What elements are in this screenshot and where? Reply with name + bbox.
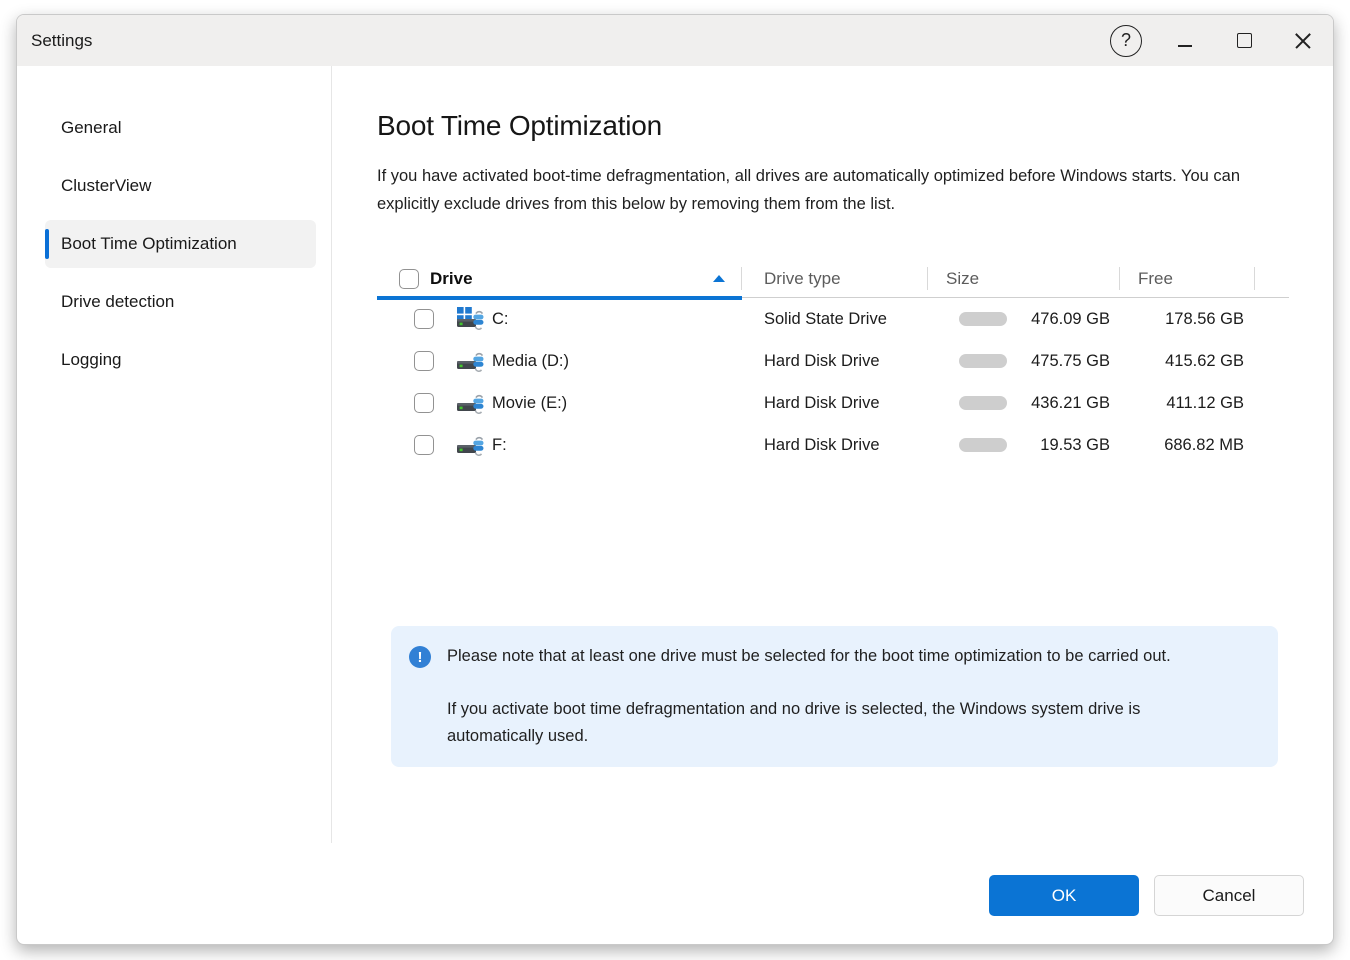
minimize-button[interactable] <box>1167 21 1203 61</box>
window-title: Settings <box>31 31 92 51</box>
close-icon <box>1294 32 1312 50</box>
usage-bar <box>959 312 1007 326</box>
sidebar-item-drive-detection[interactable]: Drive detection <box>45 278 316 326</box>
size-value: 476.09 GB <box>1031 310 1110 329</box>
usage-bar <box>959 354 1007 368</box>
dialog-footer: OK Cancel <box>989 875 1304 916</box>
size-value: 475.75 GB <box>1031 352 1110 371</box>
info-icon: ! <box>409 646 431 668</box>
info-text: Please note that at least one drive must… <box>447 643 1238 750</box>
page-description: If you have activated boot-time defragme… <box>377 162 1289 218</box>
drive-row: Movie (E:) Hard Disk Drive 436.21 GB 411… <box>377 382 1289 424</box>
page-title: Boot Time Optimization <box>377 110 1289 142</box>
drives-table: Drive Drive type Size Free <box>377 260 1289 466</box>
row-checkbox[interactable] <box>414 393 434 413</box>
column-header-drive[interactable]: Drive <box>377 260 742 297</box>
info-box: ! Please note that at least one drive mu… <box>391 626 1278 767</box>
column-header-drive-type[interactable]: Drive type <box>742 260 928 297</box>
maximize-button[interactable] <box>1226 21 1262 61</box>
info-paragraph-1: Please note that at least one drive must… <box>447 643 1238 670</box>
row-checkbox[interactable] <box>414 435 434 455</box>
column-header-free[interactable]: Free <box>1120 260 1255 297</box>
sidebar-item-label: Drive detection <box>61 292 174 312</box>
sidebar-item-label: General <box>61 118 121 138</box>
usage-bar <box>959 438 1007 452</box>
drive-row: F: Hard Disk Drive 19.53 GB 686.82 MB <box>377 424 1289 466</box>
select-all-checkbox[interactable] <box>399 269 419 289</box>
sidebar-item-label: Boot Time Optimization <box>61 234 237 254</box>
minimize-icon <box>1178 45 1192 47</box>
row-checkbox[interactable] <box>414 351 434 371</box>
ssd-drive-icon <box>456 306 484 332</box>
info-paragraph-2: If you activate boot time defragmentatio… <box>447 696 1238 750</box>
drive-name: Media (D:) <box>492 352 569 371</box>
cancel-button[interactable]: Cancel <box>1154 875 1304 916</box>
table-header: Drive Drive type Size Free <box>377 260 1289 298</box>
titlebar: Settings ? <box>17 15 1333 66</box>
sidebar-item-boot-time-optimization[interactable]: Boot Time Optimization <box>45 220 316 268</box>
sort-ascending-icon <box>713 275 725 282</box>
help-icon: ? <box>1110 25 1142 57</box>
free-value: 178.56 GB <box>1120 310 1255 329</box>
size-value: 19.53 GB <box>1040 436 1110 455</box>
row-checkbox[interactable] <box>414 309 434 329</box>
content-pane: Boot Time Optimization If you have activ… <box>332 66 1334 945</box>
help-button[interactable]: ? <box>1108 21 1144 61</box>
column-header-spacer <box>1255 260 1289 297</box>
drive-name: C: <box>492 310 509 329</box>
sidebar-item-logging[interactable]: Logging <box>45 336 316 384</box>
drive-name: F: <box>492 436 507 455</box>
free-value: 686.82 MB <box>1120 436 1255 455</box>
sidebar-nav: General ClusterView Boot Time Optimizati… <box>17 66 332 945</box>
settings-window: Settings ? General ClusterView Boot Time… <box>16 14 1334 945</box>
hdd-drive-icon <box>456 348 484 374</box>
sidebar-item-clusterview[interactable]: ClusterView <box>45 162 316 210</box>
drive-row: C: Solid State Drive 476.09 GB 178.56 GB <box>377 298 1289 340</box>
drive-row: Media (D:) Hard Disk Drive 475.75 GB 415… <box>377 340 1289 382</box>
close-button[interactable] <box>1285 21 1321 61</box>
selected-accent-bar <box>45 229 49 259</box>
drive-name: Movie (E:) <box>492 394 567 413</box>
hdd-drive-icon <box>456 432 484 458</box>
free-value: 415.62 GB <box>1120 352 1255 371</box>
window-controls: ? <box>1085 21 1321 61</box>
ok-button[interactable]: OK <box>989 875 1139 916</box>
sidebar-item-label: ClusterView <box>61 176 151 196</box>
column-header-size[interactable]: Size <box>928 260 1120 297</box>
drive-type: Hard Disk Drive <box>742 352 928 371</box>
free-value: 411.12 GB <box>1120 394 1255 413</box>
hdd-drive-icon <box>456 390 484 416</box>
drive-type: Solid State Drive <box>742 310 928 329</box>
sidebar-item-general[interactable]: General <box>45 104 316 152</box>
drive-type: Hard Disk Drive <box>742 394 928 413</box>
table-body: C: Solid State Drive 476.09 GB 178.56 GB… <box>377 298 1289 466</box>
sidebar-item-label: Logging <box>61 350 122 370</box>
drive-type: Hard Disk Drive <box>742 436 928 455</box>
usage-bar <box>959 396 1007 410</box>
size-value: 436.21 GB <box>1031 394 1110 413</box>
maximize-icon <box>1237 33 1252 48</box>
